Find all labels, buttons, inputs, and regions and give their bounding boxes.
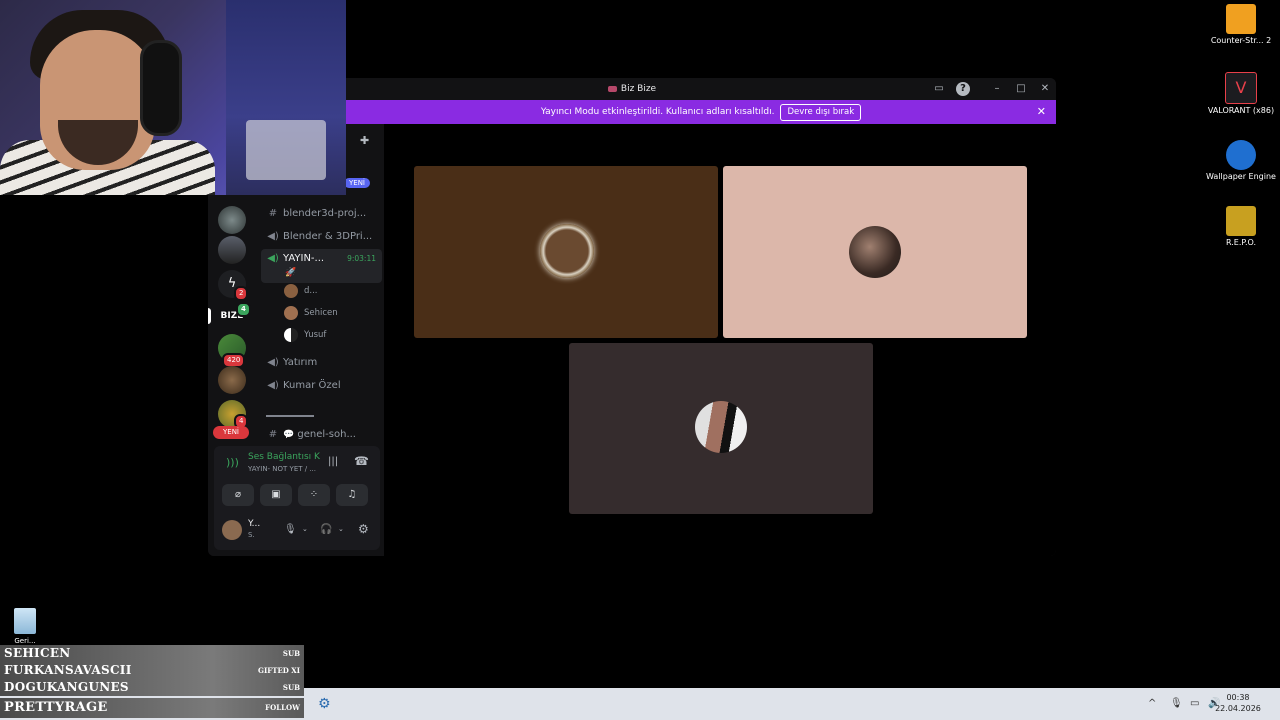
voice-user[interactable]: d... — [284, 282, 318, 300]
new-servers-pill[interactable]: YENİ — [213, 426, 249, 439]
microphone-icon[interactable]: 🎙 — [284, 524, 297, 535]
voice-connection-panel: ))) Ses Bağlantısı K YAYIN- NOT YET / ..… — [214, 446, 380, 550]
active-voice-channel[interactable]: ◀) YAYIN-... 9:03:11 🚀 — [261, 249, 382, 283]
participant-tile[interactable] — [569, 343, 873, 514]
divider — [266, 415, 314, 417]
voice-stage — [384, 124, 1056, 556]
voice-channel-name[interactable]: YAYIN- NOT YET / ... — [248, 465, 316, 473]
avatar[interactable] — [222, 520, 242, 540]
stream-alerts: SEHICEN SUB FURKANSAVASCII GIFTED XI DOGUK… — [0, 645, 304, 720]
desktop-icon-repo[interactable]: R.E.P.O. — [1206, 206, 1276, 247]
text-channel-icon: # — [268, 429, 278, 440]
voice-timer: 9:03:11 — [347, 254, 376, 263]
chevron-down-icon[interactable]: ⌄ — [338, 525, 344, 533]
channel-item[interactable]: ◀) Kumar Özel — [266, 376, 340, 396]
clock-time: 00:38 — [1226, 693, 1250, 702]
activities-button[interactable]: ⁘ — [298, 484, 330, 506]
server-icon[interactable] — [218, 366, 246, 394]
user-name: Y... — [248, 519, 261, 529]
disable-streamer-mode-button[interactable]: Devre dışı bırak — [780, 104, 862, 121]
settings-gear-icon[interactable]: ⚙ — [358, 522, 369, 536]
chevron-down-icon[interactable]: ⌄ — [302, 525, 308, 533]
inbox-icon[interactable]: ▭ — [932, 82, 946, 96]
server-icon[interactable]: ϟ 2 — [218, 270, 249, 301]
server-icon[interactable] — [218, 206, 246, 234]
desktop-icon-wallpaper-engine[interactable]: Wallpaper Engine — [1206, 140, 1276, 181]
participant-avatar — [695, 401, 747, 453]
server-icon[interactable] — [218, 236, 246, 264]
banner-message: Yayıncı Modu etkinleştirildi. Kullanıcı … — [540, 107, 775, 117]
voice-user[interactable]: Sehicen — [284, 304, 338, 322]
server-icon[interactable]: 420 — [218, 334, 246, 368]
headphones-icon[interactable]: 🎧 — [320, 524, 332, 535]
channel-item[interactable]: ◀) Blender & 3DPri... — [266, 227, 372, 247]
server-icon — [607, 85, 617, 92]
speech-bubble-icon: 💬 — [283, 430, 295, 440]
streamer-mode-banner: Yayıncı Modu etkinleştirildi. Kullanıcı … — [346, 100, 1056, 124]
alert-row: FURKANSAVASCII GIFTED XI — [0, 662, 304, 679]
channel-item[interactable]: # blender3d-proj... — [266, 204, 366, 224]
participant-avatar — [540, 224, 594, 278]
alert-row: SEHICEN SUB — [0, 645, 304, 662]
voice-channel-icon: ◀) — [267, 380, 279, 391]
text-channel-icon: # — [268, 208, 278, 219]
close-button[interactable]: ✕ — [1038, 82, 1052, 96]
server-badge: 4 — [236, 302, 251, 317]
participant-tile[interactable] — [414, 166, 718, 338]
desktop-icon-recycle-bin[interactable]: Geri... — [0, 608, 60, 645]
alert-row: DOGUKANGUNES SUB — [0, 679, 304, 696]
active-server-indicator — [208, 308, 211, 324]
headset-icon — [140, 40, 182, 136]
signal-icon: ))) — [226, 456, 239, 469]
microphone-icon[interactable]: 🎙 — [1170, 688, 1183, 720]
server-icon[interactable]: 4 — [218, 400, 249, 429]
help-icon[interactable]: ? — [956, 82, 970, 96]
participant-avatar — [849, 226, 901, 278]
clock[interactable]: 00:38 22.04.2026 — [1208, 692, 1268, 714]
wallpaper-engine-icon — [1226, 140, 1256, 170]
minimize-button[interactable]: – — [990, 82, 1004, 96]
recycle-bin-icon — [14, 608, 36, 634]
user-status: S. — [248, 531, 255, 539]
repo-icon — [1226, 206, 1256, 236]
voice-channel-icon: ◀) — [267, 231, 279, 242]
voice-channel-icon: ◀) — [267, 357, 279, 368]
banner-close-icon[interactable]: ✕ — [1037, 100, 1046, 124]
add-friend-icon[interactable]: ✚ — [360, 134, 369, 147]
valorant-icon: V — [1225, 72, 1257, 104]
server-badge: 2 — [234, 286, 249, 301]
disconnect-icon[interactable]: ☎ — [354, 454, 369, 468]
voice-channel-icon: ◀) — [267, 253, 279, 264]
maximize-button[interactable]: □ — [1014, 82, 1028, 96]
participant-tile[interactable] — [723, 166, 1027, 338]
new-badge: YENİ — [344, 170, 370, 189]
clock-date: 22.04.2026 — [1215, 704, 1261, 713]
noise-suppression-icon[interactable]: ||| — [328, 456, 338, 467]
counter-strike-icon — [1226, 4, 1256, 34]
desktop-icon-valorant[interactable]: V VALORANT (x86) — [1206, 72, 1276, 115]
channel-item[interactable]: # 💬 genel-soh... — [266, 425, 356, 445]
voice-status[interactable]: Ses Bağlantısı K — [248, 452, 320, 462]
voice-user[interactable]: Yusuf — [284, 326, 326, 344]
rocket-icon: 🚀 — [285, 268, 297, 278]
channel-item[interactable]: ◀) Yatırım — [266, 353, 317, 373]
alert-row: PRETTYRAGE FOLLOW — [0, 698, 304, 718]
soundboard-button[interactable]: ♫ — [336, 484, 368, 506]
desktop-icon-counter-strike[interactable]: Counter-Str... 2 — [1206, 4, 1276, 45]
webcam-shelf — [246, 120, 326, 180]
chevron-up-icon[interactable]: ^ — [1148, 688, 1156, 720]
screen-share-button[interactable]: ▣ — [260, 484, 292, 506]
network-icon[interactable]: ▭ — [1190, 688, 1199, 720]
webcam-overlay — [0, 0, 346, 195]
server-icon-biz-bize[interactable]: BIZE 4 — [216, 300, 251, 330]
settings-gear-icon[interactable]: ⚙ — [318, 696, 334, 712]
camera-off-button[interactable]: ⌀ — [222, 484, 254, 506]
